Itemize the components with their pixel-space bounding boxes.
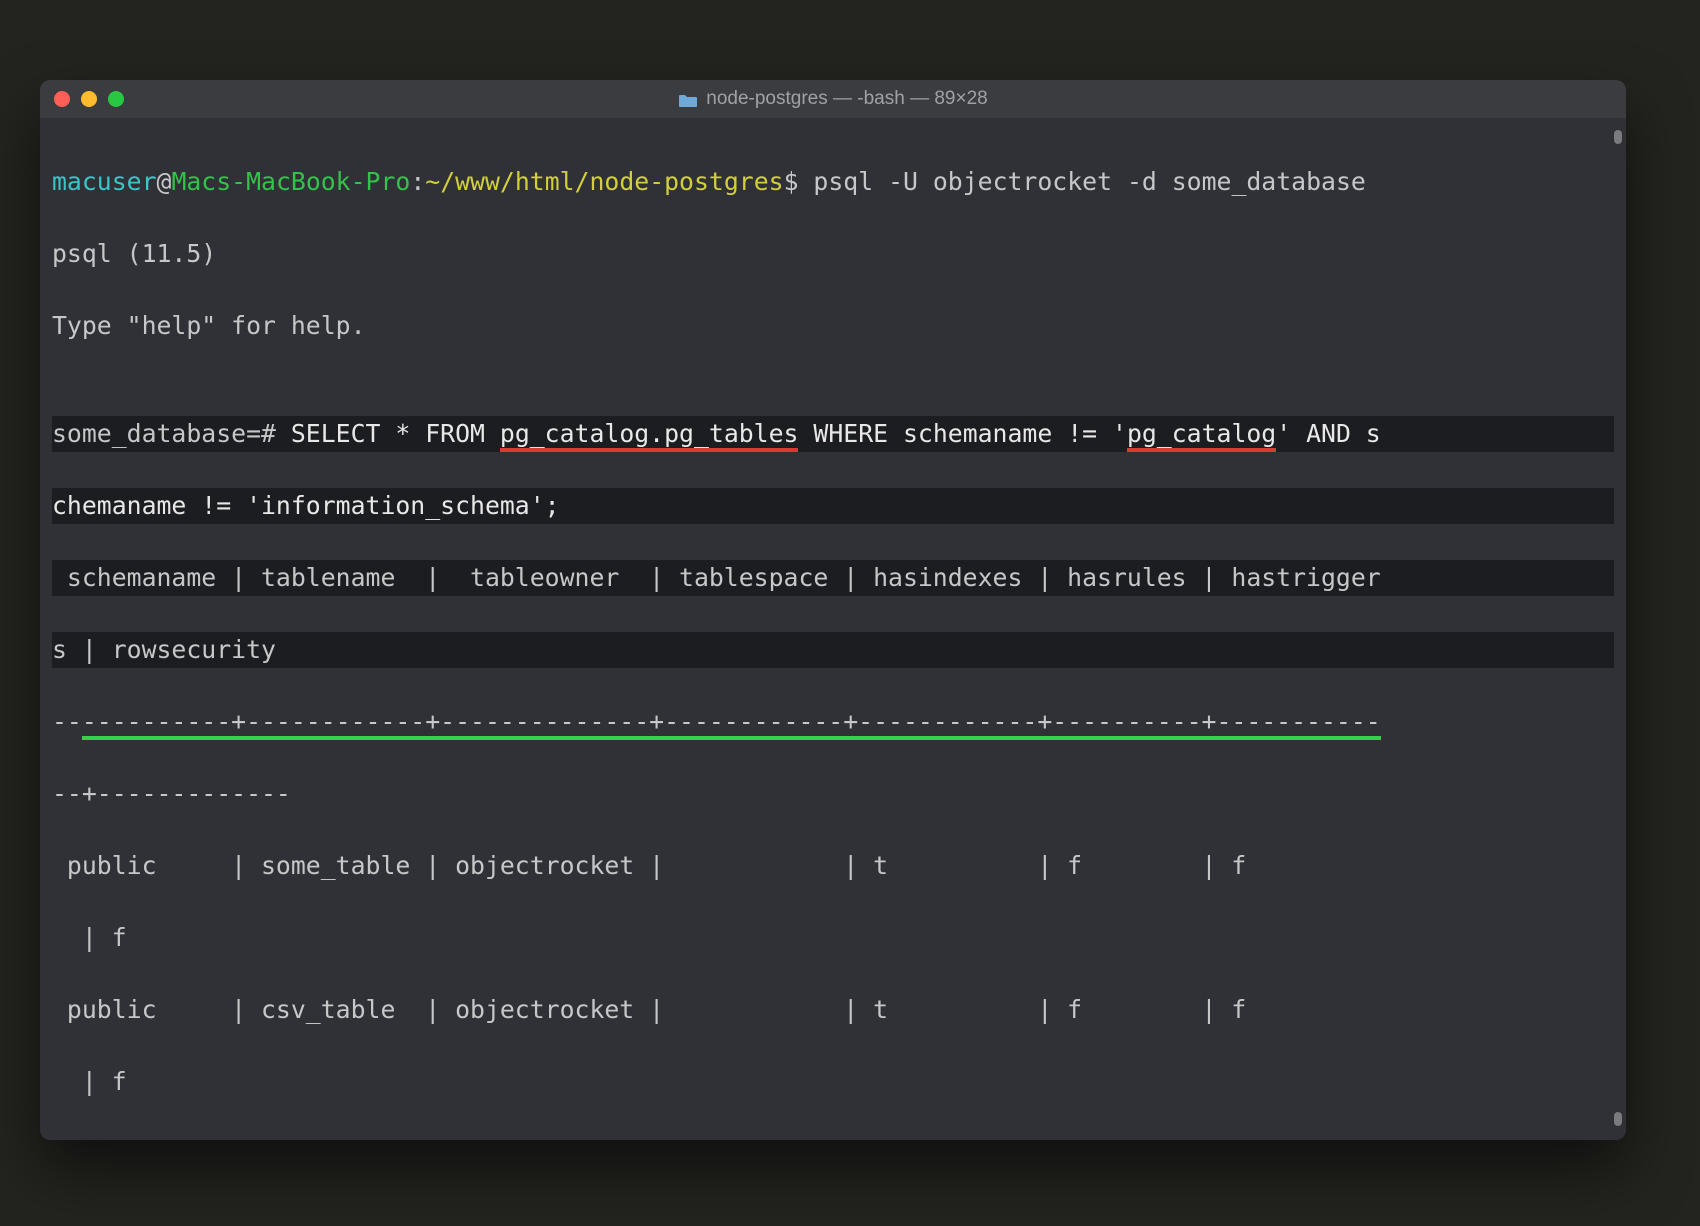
psql-help: Type "help" for help.: [52, 308, 1614, 344]
terminal-body[interactable]: macuser@Macs-MacBook-Pro:~/www/html/node…: [40, 118, 1626, 1140]
query1-text-c: ' AND s: [1276, 419, 1381, 448]
close-icon[interactable]: [54, 91, 70, 107]
query1-text-b: WHERE schemaname != ': [798, 419, 1126, 448]
query1-line2: chemaname != 'information_schema';: [52, 488, 1614, 524]
prompt-user: macuser: [52, 167, 157, 196]
prompt-path: ~/www/html/node-postgres: [425, 167, 783, 196]
folder-icon: [678, 92, 698, 107]
query1-underline-b: pg_catalog: [1127, 419, 1276, 452]
titlebar: node-postgres — -bash — 89×28: [40, 80, 1626, 118]
query1-text-a: SELECT * FROM: [291, 419, 500, 448]
prompt-at: @: [157, 167, 172, 196]
scroll-marker[interactable]: [1614, 1112, 1622, 1126]
shell-prompt-line: macuser@Macs-MacBook-Pro:~/www/html/node…: [52, 164, 1614, 200]
prompt-colon: :: [410, 167, 425, 196]
sep-underline: ----------+------------+--------------+-…: [82, 707, 1381, 740]
zoom-icon[interactable]: [108, 91, 124, 107]
result1-row1-a: public | some_table | objectrocket | | t…: [52, 848, 1614, 884]
result1-separator-a: ------------+------------+--------------…: [52, 704, 1614, 740]
psql-version: psql (11.5): [52, 236, 1614, 272]
terminal-window: node-postgres — -bash — 89×28 macuser@Ma…: [40, 80, 1626, 1140]
minimize-icon[interactable]: [81, 91, 97, 107]
window-controls: [54, 91, 124, 107]
scrollbar[interactable]: [1612, 124, 1622, 1132]
result1-row2-b: | f: [52, 1064, 1614, 1100]
result1-row1-b: | f: [52, 920, 1614, 956]
window-title: node-postgres — -bash — 89×28: [40, 88, 1626, 110]
result1-count: (2 rows): [52, 1136, 1614, 1140]
prompt-dollar: $: [784, 167, 799, 196]
result1-separator-b: --+-------------: [52, 776, 1614, 812]
psql-prompt: some_database=#: [52, 419, 291, 448]
title-text: node-postgres — -bash — 89×28: [706, 88, 987, 110]
scroll-marker[interactable]: [1614, 130, 1622, 144]
result1-header-b: s | rowsecurity: [52, 632, 1614, 668]
result1-row2-a: public | csv_table | objectrocket | | t …: [52, 992, 1614, 1028]
cmd-psql: psql -U objectrocket -d some_database: [799, 167, 1366, 196]
query1-line1: some_database=# SELECT * FROM pg_catalog…: [52, 416, 1614, 452]
query1-underline-a: pg_catalog.pg_tables: [500, 419, 799, 452]
result1-header-a: schemaname | tablename | tableowner | ta…: [52, 560, 1614, 596]
prompt-host: Macs-MacBook-Pro: [171, 167, 410, 196]
